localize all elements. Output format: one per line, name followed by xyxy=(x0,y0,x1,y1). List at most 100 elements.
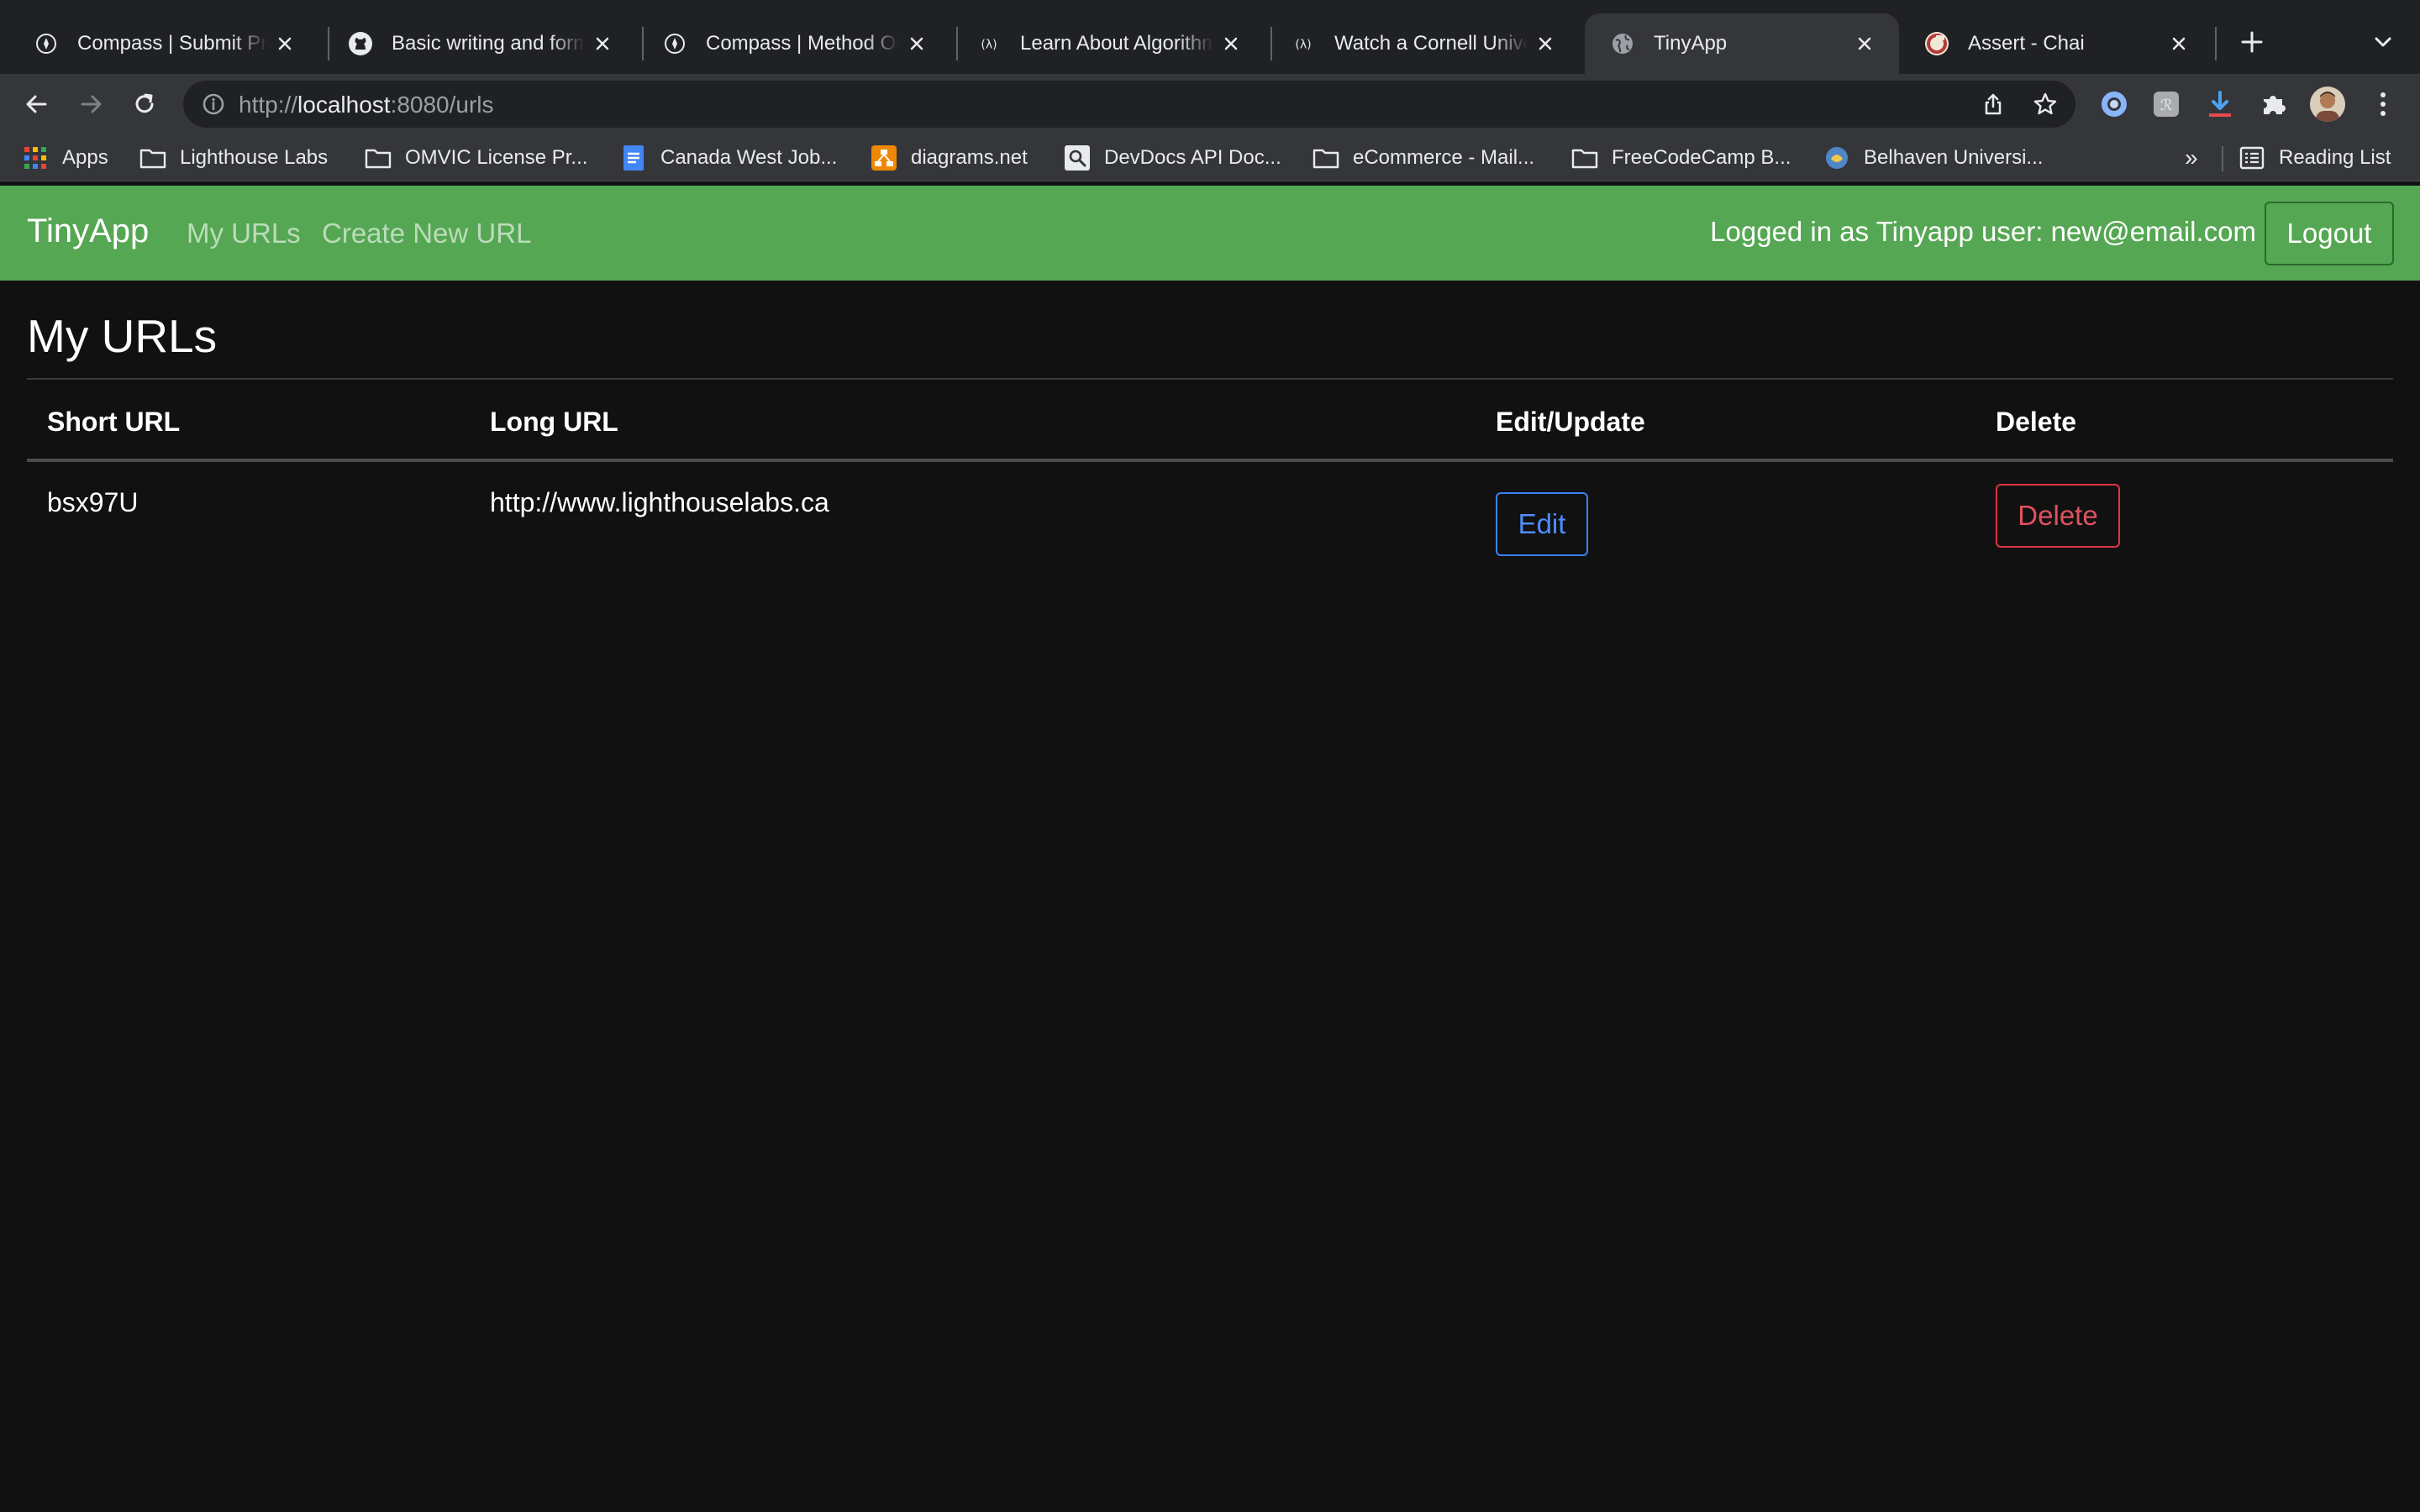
chai-icon xyxy=(1924,31,1949,56)
bookmark-label: Belhaven Universi... xyxy=(1864,146,2044,169)
browser-menu-kebab-icon[interactable] xyxy=(2365,86,2402,123)
browser-tab[interactable]: Compass | Method Ov xyxy=(637,13,951,74)
bookmark-label: eCommerce - Mail... xyxy=(1353,146,1535,169)
bookmark-label: DevDocs API Doc... xyxy=(1104,146,1281,169)
tab-title: Compass | Method Ov xyxy=(706,32,899,55)
column-header-long-url: Long URL xyxy=(490,407,618,437)
browser-tab[interactable]: Compass | Submit Pro xyxy=(8,13,319,74)
close-icon[interactable] xyxy=(272,31,297,56)
folder-icon xyxy=(1571,144,1598,171)
bookmark-folder-lighthouse-labs[interactable]: Lighthouse Labs xyxy=(139,143,328,173)
browser-toolbar: http://localhost:8080/urls ℛ xyxy=(0,74,2420,134)
column-header-edit-update: Edit/Update xyxy=(1496,407,1645,437)
compass-icon xyxy=(34,31,59,56)
bookmark-label: Lighthouse Labs xyxy=(180,146,329,169)
urls-table: Short URL Long URL Edit/Update Delete bs… xyxy=(27,378,2393,556)
tab-title: Learn About Algorithm xyxy=(1020,32,1213,55)
globe-icon xyxy=(1610,31,1635,56)
page-title: My URLs xyxy=(27,310,218,362)
long-url-cell: http://www.lighthouselabs.ca xyxy=(490,487,829,517)
svg-text:(λ): (λ) xyxy=(981,38,997,51)
reading-list-label: Reading List xyxy=(2279,146,2391,169)
table-header-row: Short URL Long URL Edit/Update Delete xyxy=(27,378,2393,462)
browser-tab[interactable]: (λ) Learn About Algorithm xyxy=(951,13,1265,74)
github-icon xyxy=(348,31,373,56)
back-arrow-icon[interactable] xyxy=(18,86,55,123)
extensions-puzzle-icon[interactable] xyxy=(2255,86,2292,123)
bookmarks-bar: Apps Lighthouse Labs OMVIC License Pr...… xyxy=(0,134,2420,181)
delete-button[interactable]: Delete xyxy=(1996,484,2120,548)
apps-grid-icon xyxy=(22,144,49,171)
svg-text:ℛ: ℛ xyxy=(2160,97,2172,114)
browser-tab-strip: Compass | Submit Pro Basic writing and f… xyxy=(0,0,2420,74)
browser-tab[interactable]: (λ) Watch a Cornell Unive xyxy=(1265,13,1580,74)
column-header-delete: Delete xyxy=(1996,407,2077,437)
close-icon[interactable] xyxy=(904,31,929,56)
app-navbar: TinyApp My URLs Create New URL Logged in… xyxy=(0,186,2420,281)
tab-separator xyxy=(2215,27,2217,60)
edit-button[interactable]: Edit xyxy=(1496,492,1588,556)
bookmark-label: OMVIC License Pr... xyxy=(405,146,588,169)
compass-icon xyxy=(662,31,687,56)
nav-link-create-new-url[interactable]: Create New URL xyxy=(322,218,531,249)
folder-icon xyxy=(1313,144,1339,171)
freecodecamp-icon: (λ) xyxy=(976,31,1002,56)
close-icon[interactable] xyxy=(1852,31,1877,56)
address-bar[interactable]: http://localhost:8080/urls xyxy=(183,81,2075,128)
bookmark-label: FreeCodeCamp B... xyxy=(1612,146,1791,169)
close-icon[interactable] xyxy=(1533,31,1558,56)
freecodecamp-icon: (λ) xyxy=(1291,31,1316,56)
info-icon[interactable] xyxy=(200,91,227,118)
tab-search-chevron-icon[interactable] xyxy=(2366,25,2400,59)
bookmark-apps[interactable]: Apps xyxy=(22,143,108,173)
bookmarks-separator xyxy=(2222,146,2223,171)
bookmarks-overflow-chevron[interactable]: » xyxy=(2185,144,2198,171)
reading-list-icon xyxy=(2238,144,2265,171)
close-icon[interactable] xyxy=(1218,31,1244,56)
brand-logo[interactable]: TinyApp xyxy=(27,213,149,250)
bookmark-belhaven[interactable]: Belhaven Universi... xyxy=(1823,143,2043,173)
bookmark-folder-freecodecamp[interactable]: FreeCodeCamp B... xyxy=(1571,143,1791,173)
profile-avatar[interactable] xyxy=(2309,86,2346,123)
url-host: localhost xyxy=(297,92,391,118)
bookmark-folder-omvic[interactable]: OMVIC License Pr... xyxy=(365,143,587,173)
close-icon[interactable] xyxy=(590,31,615,56)
bookmark-label: Apps xyxy=(62,146,108,169)
close-icon[interactable] xyxy=(2166,31,2191,56)
google-docs-icon xyxy=(620,144,647,171)
new-tab-plus-icon[interactable] xyxy=(2235,25,2269,59)
tab-title: Watch a Cornell Unive xyxy=(1334,32,1528,55)
extension-ring-icon[interactable] xyxy=(2096,86,2133,123)
tab-title: Basic writing and form xyxy=(392,32,585,55)
devdocs-icon xyxy=(1064,144,1091,171)
bookmark-diagrams-net[interactable]: diagrams.net xyxy=(871,143,1028,173)
tab-title: Assert - Chai xyxy=(1968,32,2085,55)
extension-key-icon[interactable]: ℛ xyxy=(2148,86,2185,123)
nav-link-my-urls[interactable]: My URLs xyxy=(187,218,301,249)
table-row: bsx97U http://www.lighthouselabs.ca Edit… xyxy=(27,462,2393,556)
browser-tab[interactable]: Assert - Chai xyxy=(1899,13,2213,74)
tab-title: TinyApp xyxy=(1654,32,1728,55)
url-path: :8080/urls xyxy=(390,92,494,118)
belhaven-icon xyxy=(1823,144,1850,171)
bookmark-folder-ecommerce[interactable]: eCommerce - Mail... xyxy=(1313,143,1534,173)
download-icon[interactable] xyxy=(2202,86,2238,123)
forward-arrow-icon[interactable] xyxy=(72,86,109,123)
bookmark-star-icon[interactable] xyxy=(2032,91,2059,118)
reload-icon[interactable] xyxy=(126,86,163,123)
share-icon[interactable] xyxy=(1980,91,2007,118)
bookmark-devdocs[interactable]: DevDocs API Doc... xyxy=(1064,143,1281,173)
browser-tab[interactable]: Basic writing and form xyxy=(323,13,637,74)
diagrams-icon xyxy=(871,144,897,171)
bookmark-canada-west-jobs[interactable]: Canada West Job... xyxy=(620,143,837,173)
short-url-cell: bsx97U xyxy=(47,487,139,517)
address-url: http://localhost:8080/urls xyxy=(239,92,494,118)
logout-button[interactable]: Logout xyxy=(2265,202,2394,265)
column-header-short-url: Short URL xyxy=(47,407,181,437)
bookmark-label: diagrams.net xyxy=(911,146,1028,169)
url-scheme: http:// xyxy=(239,92,298,118)
reading-list-button[interactable]: Reading List xyxy=(2238,143,2391,173)
folder-icon xyxy=(365,144,392,171)
bookmark-label: Canada West Job... xyxy=(660,146,838,169)
browser-tab-active[interactable]: TinyApp xyxy=(1585,13,1899,74)
